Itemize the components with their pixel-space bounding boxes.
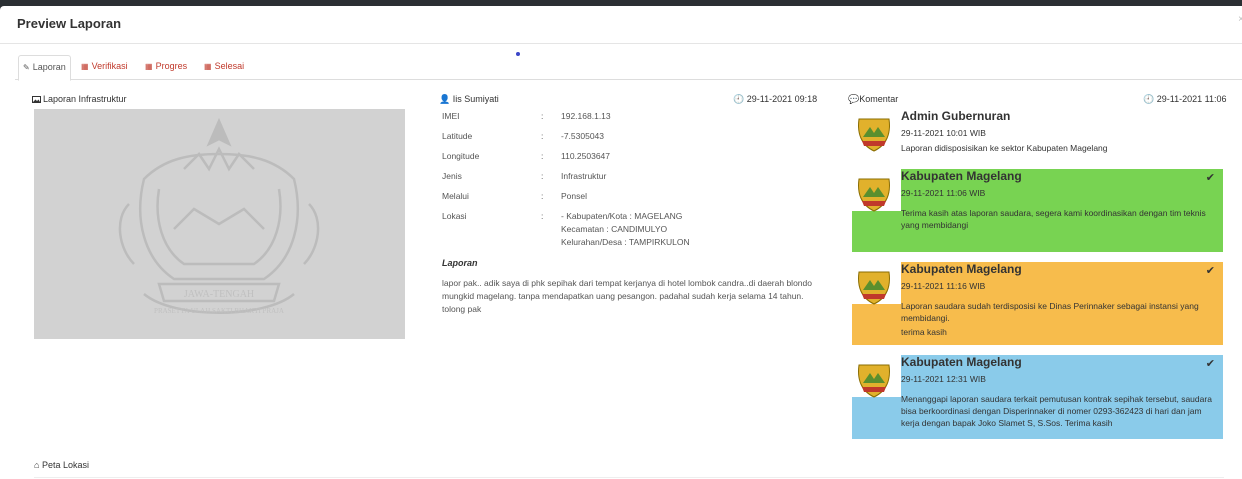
comment-message: Menanggapi laporan saudara terkait pemut…	[901, 394, 1212, 428]
user-icon: 👤	[439, 94, 451, 104]
tab-label: Laporan	[32, 62, 66, 72]
comment-message: Terima kasih atas laporan saudara, seger…	[901, 208, 1206, 230]
avatar	[858, 271, 890, 305]
info-sep: :	[541, 131, 544, 141]
comment-date: 29-11-2021 11:16 WIB	[901, 281, 986, 291]
clock-icon: 🕘	[1143, 94, 1155, 104]
comment-message-closing: terima kasih	[901, 327, 947, 337]
info-value: -7.5305043	[561, 131, 605, 141]
map-section-label: ⌂ Peta Lokasi	[34, 460, 89, 470]
tab-label: Progres	[155, 61, 188, 71]
info-value: 192.168.1.13	[561, 111, 611, 121]
table-icon: ▦	[81, 62, 89, 71]
avatar	[858, 118, 890, 152]
comments-datetime-value: 29-11-2021 11:06	[1156, 94, 1227, 104]
preview-modal: Preview Laporan × ✎ Laporan ▦ Verifikasi ▦…	[0, 6, 1242, 479]
comment-message: Laporan saudara sudah terdisposisi ke Di…	[901, 301, 1199, 323]
close-icon[interactable]: ×	[1238, 14, 1242, 25]
comment-date: 29-11-2021 10:01 WIB	[901, 128, 986, 138]
pencil-icon: ✎	[23, 63, 30, 72]
tab-label: Selesai	[214, 61, 245, 71]
info-value-kelurahan: Kelurahan/Desa : TAMPIRKULON	[561, 237, 690, 247]
tab-bar: ✎ Laporan ▦ Verifikasi ▦ Progres ▦ Selesai	[15, 55, 1242, 81]
clock-icon: 🕘	[733, 94, 745, 104]
comments-label-text: Komentar	[859, 94, 899, 104]
tab-label: Verifikasi	[91, 61, 128, 71]
info-value: - Kabupaten/Kota : MAGELANG	[561, 211, 683, 221]
info-value: Infrastruktur	[561, 171, 607, 181]
laporan-text: lapor pak.. adik saya di phk sepihak dar…	[442, 278, 812, 314]
comment-author: Kabupaten Magelang	[901, 262, 1022, 276]
comment-item: Kabupaten Magelang ✔ 29-11-2021 11:16 WI…	[852, 262, 1223, 345]
comment-item: Kabupaten Magelang ✔ 29-11-2021 12:31 WI…	[852, 355, 1223, 439]
tab-verifikasi[interactable]: ▦ Verifikasi	[77, 55, 132, 78]
laporan-heading: Laporan	[442, 258, 478, 268]
tab-selesai[interactable]: ▦ Selesai	[200, 55, 248, 78]
map-label: Peta Lokasi	[41, 460, 89, 470]
report-datetime-value: 29-11-2021 09:18	[746, 94, 818, 104]
info-key: Lokasi	[442, 211, 467, 221]
info-key: Latitude	[442, 131, 473, 141]
comment-item: Admin Gubernuran 29-11-2021 10:01 WIB La…	[852, 109, 1223, 159]
info-value: Ponsel	[561, 191, 587, 201]
reporter: 👤 Iis Sumiyati	[439, 94, 499, 105]
report-image: JAWA-TENGAH PRASETYA ULAH SAKTI BHAKTI P…	[34, 109, 405, 339]
info-sep: :	[541, 211, 544, 221]
comment-message: Laporan didisposisikan ke sektor Kabupat…	[901, 143, 1108, 153]
table-icon: ▦	[204, 62, 212, 71]
modal-header: Preview Laporan ×	[0, 6, 1242, 44]
info-key: IMEI	[442, 111, 460, 121]
check-icon: ✔	[1205, 358, 1215, 370]
reporter-name: Iis Sumiyati	[452, 94, 499, 104]
info-key: Melalui	[442, 191, 469, 201]
emblem-text: JAWA-TENGAH	[184, 289, 254, 300]
comment-icon: 💬	[848, 94, 860, 104]
info-key: Longitude	[442, 151, 480, 161]
info-key: Jenis	[442, 171, 462, 181]
info-sep: :	[541, 191, 544, 201]
info-value-kecamatan: Kecamatan : CANDIMULYO	[561, 224, 668, 234]
info-value: 110.2503647	[561, 151, 611, 161]
section-label: Laporan Infrastruktur	[43, 94, 127, 104]
check-icon: ✔	[1205, 172, 1215, 184]
table-icon: ▦	[145, 62, 153, 71]
info-sep: :	[541, 171, 544, 181]
home-icon: ⌂	[34, 460, 40, 470]
tab-progres[interactable]: ▦ Progres	[141, 55, 191, 78]
modal-title: Preview Laporan	[17, 16, 122, 31]
comment-date: 29-11-2021 11:06 WIB	[901, 188, 986, 198]
check-icon: ✔	[1205, 265, 1215, 277]
tab-laporan[interactable]: ✎ Laporan	[18, 55, 71, 81]
jawa-tengah-emblem: JAWA-TENGAH PRASETYA ULAH SAKTI BHAKTI P…	[118, 117, 320, 315]
comment-author: Kabupaten Magelang	[901, 169, 1022, 183]
report-datetime: 🕘 29-11-2021 09:18	[733, 94, 817, 105]
emblem-motto: PRASETYA ULAH SAKTI BHAKTI PRAJA	[154, 307, 284, 315]
comment-item: Kabupaten Magelang ✔ 29-11-2021 11:06 WI…	[852, 169, 1223, 252]
comment-author: Admin Gubernuran	[901, 109, 1011, 123]
comments-datetime: 🕘 29-11-2021 11:06	[1143, 94, 1226, 105]
avatar	[858, 178, 890, 212]
comment-author: Kabupaten Magelang	[901, 355, 1022, 369]
divider	[34, 477, 1224, 478]
info-sep: :	[541, 151, 544, 161]
comment-date: 29-11-2021 12:31 WIB	[901, 374, 986, 384]
image-icon	[32, 96, 41, 103]
info-sep: :	[541, 111, 544, 121]
comments-label: 💬Komentar	[848, 94, 898, 105]
avatar	[858, 364, 890, 398]
section-laporan-infrastruktur: Laporan Infrastruktur	[32, 94, 127, 104]
